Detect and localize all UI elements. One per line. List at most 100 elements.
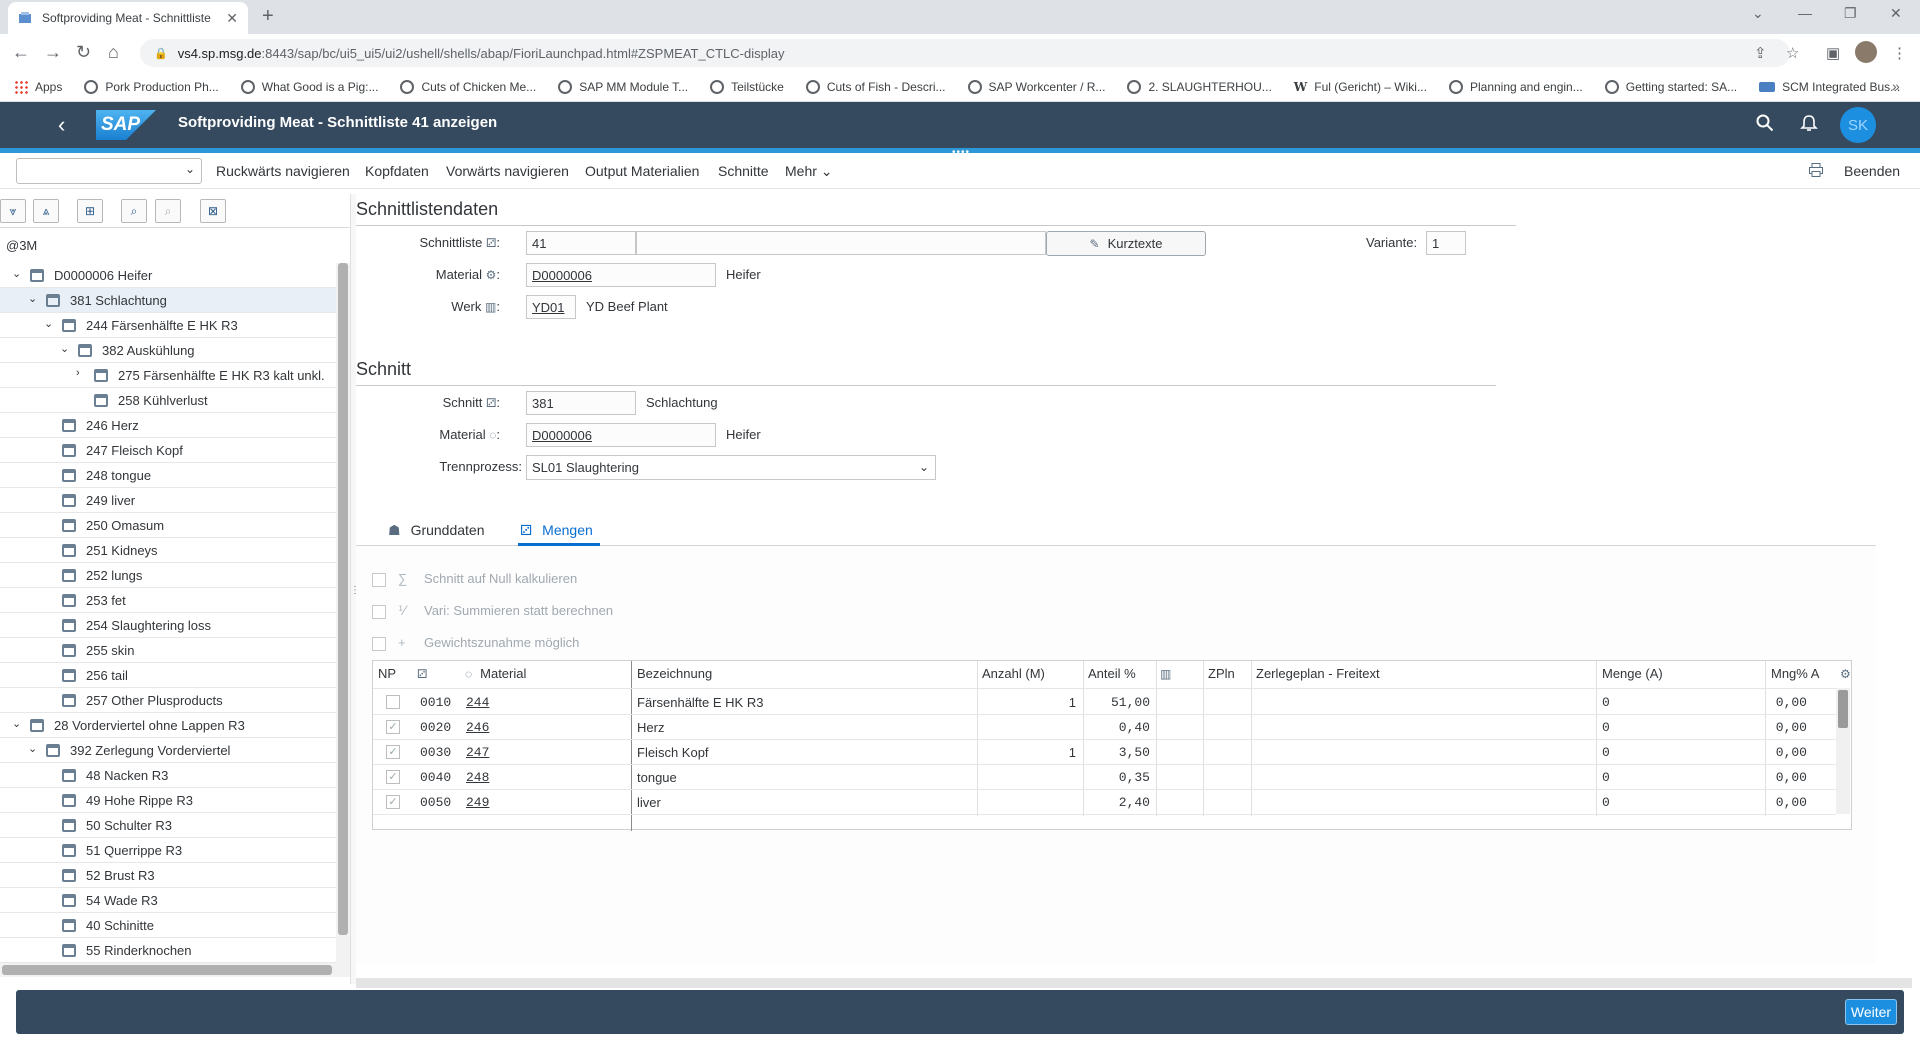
chevron-down-icon[interactable]: ⌄ [60,342,69,355]
side-panel-icon[interactable]: ▣ [1826,44,1840,62]
tree-node[interactable]: 50 Schulter R3 [0,813,336,838]
tree-node[interactable]: 252 lungs [0,563,336,588]
shell-back-chevron-icon[interactable]: ‹ [58,112,65,138]
col-header-amount[interactable]: Menge (A) [1602,666,1663,681]
bookmark-item[interactable]: Getting started: SA... [1604,79,1737,94]
find-icon[interactable]: ⌕ [121,199,147,223]
cutlist-field[interactable]: 41 [526,231,636,255]
exit-button[interactable]: Beenden [1844,163,1900,179]
chevron-down-icon[interactable]: ⌄ [28,292,37,305]
checkbox[interactable] [372,572,386,587]
checkbox[interactable] [372,636,386,651]
col-header-material[interactable]: ◌ Material [465,666,526,681]
variant-field[interactable]: 1 [1426,231,1466,255]
short-texts-button[interactable]: ✎ Kurztexte [1046,231,1206,256]
collapse-all-icon[interactable]: ⩓ [33,199,59,223]
tab-search-icon[interactable]: ⌄ [1752,5,1764,22]
col-header-amount-percent[interactable]: Mng% A [1771,666,1819,681]
expand-all-icon[interactable]: ⩔ [0,199,26,223]
tree-node[interactable]: 256 tail [0,663,336,688]
back-arrow-icon[interactable]: ← [12,42,30,63]
export-icon[interactable]: ⊠ [200,199,226,223]
tree-node[interactable]: 247 Fleisch Kopf [0,438,336,463]
tree-node[interactable]: 55 Rinderknochen [0,938,336,963]
bookmark-item[interactable]: Apps [14,79,62,94]
tree-node[interactable]: 251 Kidneys [0,538,336,563]
row-checkbox[interactable] [386,695,400,709]
tree-node[interactable]: 257 Other Plusproducts [0,688,336,713]
chevron-down-icon[interactable]: ⌄ [12,267,21,280]
col-header-structure-icon[interactable]: ⚂ [417,666,427,681]
row-material-link[interactable]: 244 [466,695,489,710]
checkbox[interactable] [372,604,386,619]
address-bar[interactable]: 🔒 vs4.sp.msg.de :8443/sap/bc/ui5_ui5/ui2… [140,39,1790,67]
tree-node[interactable]: ⌄ 244 Färsenhälfte E HK R3 [0,313,336,338]
col-header-quantity[interactable]: Anzahl (M) [982,666,1045,681]
print-icon[interactable] [1808,162,1824,181]
navigate-forward-button[interactable]: Vorwärts navigieren [446,163,569,179]
notifications-bell-icon[interactable] [1800,114,1818,137]
output-materials-button[interactable]: Output Materialien [585,163,699,179]
col-header-chart-icon[interactable]: ▥ [1160,666,1171,681]
bookmark-item[interactable]: Teilstücke [710,79,784,94]
bookmark-item[interactable]: Planning and engin... [1448,79,1583,94]
bookmark-item[interactable]: What Good is a Pig:... [240,79,378,94]
chevron-down-icon[interactable]: ⌄ [28,742,37,755]
bookmark-item[interactable]: 2. SLAUGHTERHOU... [1127,79,1272,94]
tree-node[interactable]: 51 Querrippe R3 [0,838,336,863]
row-checkbox[interactable]: ✓ [386,720,400,734]
chevron-right-icon[interactable]: › [76,367,80,379]
col-header-np[interactable]: NP [378,666,396,681]
row-material-link[interactable]: 247 [466,745,489,760]
cutlist-description-field[interactable] [636,231,1046,255]
row-material-link[interactable]: 248 [466,770,489,785]
tab-mengen[interactable]: ⚂ Mengen [520,522,593,539]
command-field-dropdown[interactable]: ⌄ [16,158,202,184]
cut-material-field[interactable]: D0000006 [526,423,716,447]
tree-node[interactable]: 49 Hohe Rippe R3 [0,788,336,813]
home-icon[interactable]: ⌂ [108,42,119,63]
tree-node[interactable]: 250 Omasum [0,513,336,538]
row-material-link[interactable]: 246 [466,720,489,735]
fixed-column-divider[interactable] [631,661,632,831]
material-field[interactable]: D0000006 [526,263,716,287]
chrome-profile-avatar[interactable] [1855,41,1877,63]
close-window-icon[interactable]: ✕ [1890,5,1902,22]
bookmark-item[interactable]: SCM Integrated Bus... [1759,80,1900,94]
bookmark-item[interactable]: Cuts of Chicken Me... [400,79,536,94]
row-checkbox[interactable]: ✓ [386,770,400,784]
cuts-button[interactable]: Schnitte [718,163,769,179]
tree-node[interactable]: 253 fet [0,588,336,613]
tree-node[interactable]: 249 liver [0,488,336,513]
cut-field[interactable]: 381 [526,391,636,415]
tree-node[interactable]: 54 Wade R3 [0,888,336,913]
bookmark-item[interactable]: W Ful (Gericht) – Wiki... [1294,80,1427,94]
find-next-icon[interactable]: ⌕ [155,199,181,223]
tree-node[interactable]: ⌄ 392 Zerlegung Vorderviertel [0,738,336,763]
bookmark-item[interactable]: SAP MM Module T... [558,79,688,94]
tree-node[interactable]: 40 Schinitte [0,913,336,938]
table-scroll-thumb[interactable] [1838,690,1848,728]
new-tab-button[interactable]: + [262,5,274,28]
bookmark-star-icon[interactable]: ☆ [1786,44,1799,62]
user-avatar[interactable]: SK [1840,107,1876,143]
chevron-down-icon[interactable]: ⌄ [12,717,21,730]
bookmark-item[interactable]: Pork Production Ph... [84,79,219,94]
separation-process-select[interactable]: SL01 Slaughtering ⌄ [526,455,936,480]
tree-node[interactable]: 52 Brust R3 [0,863,336,888]
row-checkbox[interactable]: ✓ [386,795,400,809]
forward-arrow-icon[interactable]: → [44,42,62,63]
content-horizontal-scrollbar[interactable] [356,978,1912,988]
search-icon[interactable] [1756,114,1774,137]
col-header-freetext[interactable]: Zerlegeplan - Freitext [1256,666,1380,681]
restore-icon[interactable]: ❐ [1844,5,1857,22]
tree-node[interactable]: 254 Slaughtering loss [0,613,336,638]
chevron-down-icon[interactable]: ⌄ [44,317,53,330]
bookmark-item[interactable]: SAP Workcenter / R... [967,79,1105,94]
col-header-share[interactable]: Anteil % [1088,666,1136,681]
share-icon[interactable]: ⇪ [1754,44,1767,62]
tree-node[interactable]: 48 Nacken R3 [0,763,336,788]
navigate-back-button[interactable]: Ruckwärts navigieren [216,163,350,179]
row-checkbox[interactable]: ✓ [386,745,400,759]
tree-node[interactable]: 246 Herz [0,413,336,438]
